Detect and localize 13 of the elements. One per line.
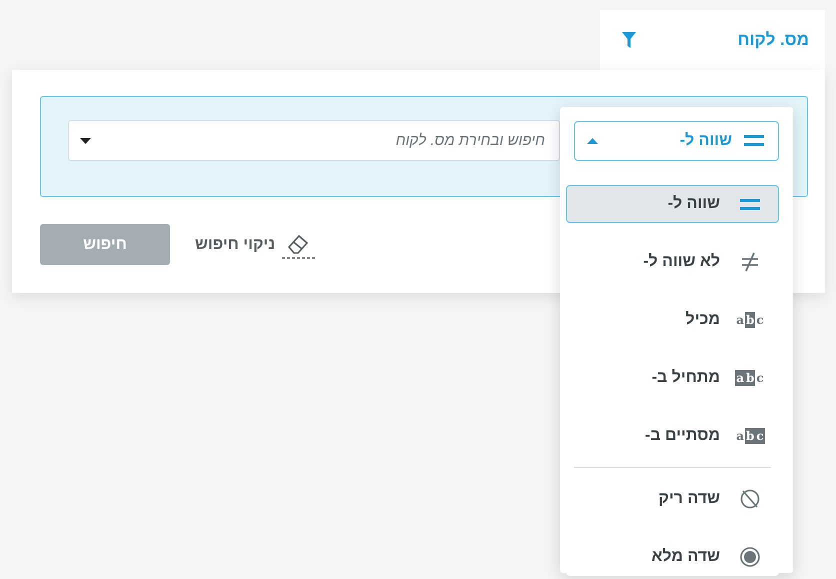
clear-search-button[interactable]: ניקוי חיפוש	[195, 230, 316, 260]
filter-tab-label: מס. לקוח	[738, 29, 809, 52]
empty-circle-icon	[739, 488, 761, 510]
equals-icon	[740, 198, 760, 210]
not-equal-icon	[740, 251, 760, 273]
filled-circle-icon	[739, 546, 761, 568]
operator-option[interactable]: שווה ל-	[566, 185, 779, 223]
filter-icon	[622, 32, 636, 48]
caret-down-icon	[80, 138, 91, 144]
caret-up-icon	[587, 138, 598, 144]
equals-icon	[744, 135, 764, 147]
search-field[interactable]: חיפוש ובחירת מס. לקוח	[68, 120, 560, 161]
operator-select-value: שווה ל-	[680, 131, 732, 151]
